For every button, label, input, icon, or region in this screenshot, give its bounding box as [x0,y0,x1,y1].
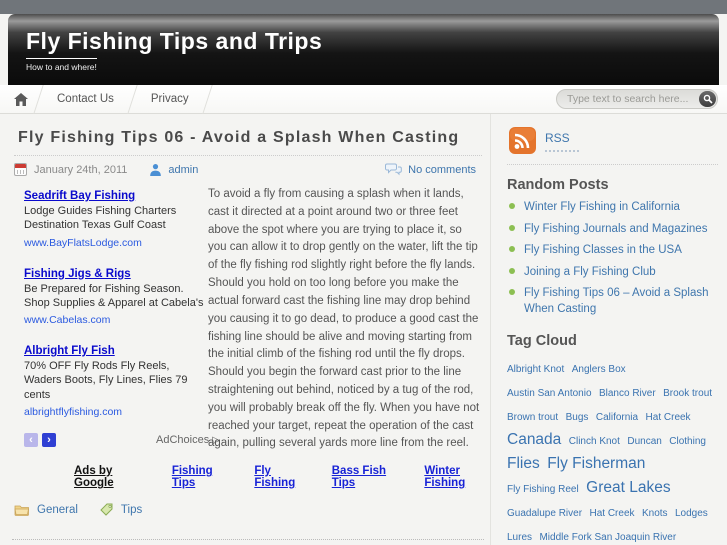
comments-icon [385,163,402,176]
tag-cloud-item[interactable]: Brown trout [507,412,558,423]
random-post-item-link[interactable]: Fly Fishing Journals and Magazines [524,222,707,238]
random-post-item: Fly Fishing Journals and Magazines [507,222,718,238]
random-post-item-link[interactable]: Fly Fishing Classes in the USA [524,243,682,259]
browser-top-strip [0,0,727,14]
ad-description: Lodge Guides Fishing Charters Destinatio… [24,205,177,232]
tag-icon [100,503,114,516]
ad-url-link[interactable]: www.Cabelas.com [24,314,110,326]
rss-subtext-decoration [545,150,579,152]
tag-cloud-item[interactable]: Knots [642,508,668,519]
tag-cloud-item[interactable]: Hat Creek [646,412,691,423]
title-divider [14,155,482,156]
bullet-icon [509,203,515,209]
tag-cloud-item[interactable]: Fly Fisherman [547,455,645,472]
tag-cloud-item[interactable]: Flies [507,455,540,472]
article-body: Seadrift Bay Fishing Lodge Guides Fishing… [12,186,484,453]
tag-cloud-title: Tag Cloud [507,333,577,350]
main-navigation: Contact Us Privacy [0,84,727,114]
rss-link[interactable]: RSS [545,131,570,145]
rss-icon[interactable] [509,127,536,154]
post-taxonomy: General Tips [14,503,484,516]
tag-cloud-item[interactable]: Clothing [669,436,706,447]
bullet-icon [509,246,515,253]
tag-cloud-item[interactable]: Clinch Knot [569,436,620,447]
search-button[interactable] [699,91,716,107]
random-post-item: Joining a Fly Fishing Club [507,265,718,281]
search-box [556,89,718,109]
bullet-icon [509,267,515,274]
post-author-link[interactable]: admin [168,164,198,176]
ad-title-link[interactable]: Albright Fly Fish [24,345,115,357]
random-post-item: Winter Fly Fishing in California [507,200,718,216]
rss-widget: RSS [507,124,718,164]
post-title: Fly Fishing Tips 06 - Avoid a Splash Whe… [18,129,460,146]
search-input[interactable] [556,89,718,109]
random-post-item-link[interactable]: Joining a Fly Fishing Club [524,265,656,281]
tag-cloud-item[interactable]: Lures [507,532,532,543]
tag-cloud-item[interactable]: Anglers Box [572,364,626,375]
tag-cloud-item[interactable]: Guadalupe River [507,508,582,519]
ad-footer-link-winter-fishing[interactable]: Winter Fishing [424,465,484,489]
ad-description: 70% OFF Fly Rods Fly Reels, Waders Boots… [24,360,188,401]
tag-cloud-item[interactable]: Great Lakes [586,479,670,496]
folder-icon [14,504,30,516]
tag-cloud-item[interactable]: Austin San Antonio [507,388,592,399]
random-post-item: Fly Fishing Tips 06 – Avoid a Splash Whe… [507,286,718,317]
ad-pager: ‹ › AdChoices ▷ [24,433,220,448]
ad-next-button[interactable]: › [42,433,56,448]
google-ads-column: Seadrift Bay Fishing Lodge Guides Fishing… [12,186,220,453]
category-link-general[interactable]: General [37,504,78,516]
nav-item-contact-us[interactable]: Contact Us [39,85,132,113]
sidebar-divider [507,164,718,165]
ad-description: Be Prepared for Fishing Season. Shop Sup… [24,282,204,309]
ad-title-link[interactable]: Fishing Jigs & Rigs [24,268,131,280]
main-column: Fly Fishing Tips 06 - Avoid a Splash Whe… [0,114,490,545]
tag-cloud-item[interactable]: Hat Creek [590,508,635,519]
user-icon [149,163,162,176]
sidebar: RSS Random Posts Winter Fly Fishing in C… [490,114,727,545]
tag-link-tips[interactable]: Tips [121,504,142,516]
nav-item-privacy[interactable]: Privacy [133,85,207,113]
site-title: Fly Fishing Tips and Trips [26,28,323,54]
post-text: To avoid a fly from causing a splash whe… [208,188,480,450]
google-ad: Seadrift Bay Fishing Lodge Guides Fishing… [24,186,208,251]
tag-cloud-item[interactable]: Blanco River [599,388,656,399]
bullet-icon [509,289,515,296]
google-ad: Fishing Jigs & Rigs Be Prepared for Fishi… [24,264,208,329]
tag-cloud-item[interactable]: Lodges [675,508,708,519]
random-post-item-link[interactable]: Fly Fishing Tips 06 – Avoid a Splash Whe… [524,286,718,317]
tag-cloud-item[interactable]: California [596,412,638,423]
tag-cloud-item[interactable]: Albright Knot [507,364,564,375]
ad-footer-link-fly-fishing[interactable]: Fly Fishing [254,465,299,489]
tag-cloud-item[interactable]: Fly Fishing Reel [507,484,579,495]
random-post-item: Fly Fishing Classes in the USA [507,243,718,259]
ad-footer-link-bass-fish-tips[interactable]: Bass Fish Tips [332,465,393,489]
search-icon [703,94,713,104]
home-icon [14,92,28,106]
tag-cloud-item[interactable]: Canada [507,431,561,448]
ad-footer-link-fishing-tips[interactable]: Fishing Tips [172,465,223,489]
site-tagline: How to and where! [26,57,97,72]
tag-cloud-item[interactable]: Brook trout [663,388,712,399]
page-content: Fly Fishing Tips 06 - Avoid a Splash Whe… [0,114,727,545]
random-posts-title: Random Posts [507,177,609,193]
bullet-icon [509,224,515,231]
google-ad: Albright Fly Fish 70% OFF Fly Rods Fly Re… [24,341,208,420]
site-header: Fly Fishing Tips and Trips How to and wh… [8,14,719,85]
ad-url-link[interactable]: www.BayFlatsLodge.com [24,237,142,249]
post-meta: January 24th, 2011 admin No comments [14,163,484,176]
tag-cloud-item[interactable]: Middle Fork San Joaquin River [539,532,676,543]
tag-cloud-item[interactable]: Bugs [566,412,589,423]
ad-prev-button[interactable]: ‹ [24,433,38,448]
ads-by-google-row: Ads by Google Fishing Tips Fly Fishing Bas… [74,465,484,489]
tag-cloud-item[interactable]: Duncan [627,436,661,447]
ad-url-link[interactable]: albrightflyfishing.com [24,406,122,418]
random-post-item-link[interactable]: Winter Fly Fishing in California [524,200,680,216]
post-date: January 24th, 2011 [34,163,128,176]
ad-title-link[interactable]: Seadrift Bay Fishing [24,190,135,202]
post-divider [12,539,484,541]
calendar-icon [14,163,27,176]
ads-by-google-label: Ads by Google [74,465,114,490]
comments-link[interactable]: No comments [408,164,476,176]
